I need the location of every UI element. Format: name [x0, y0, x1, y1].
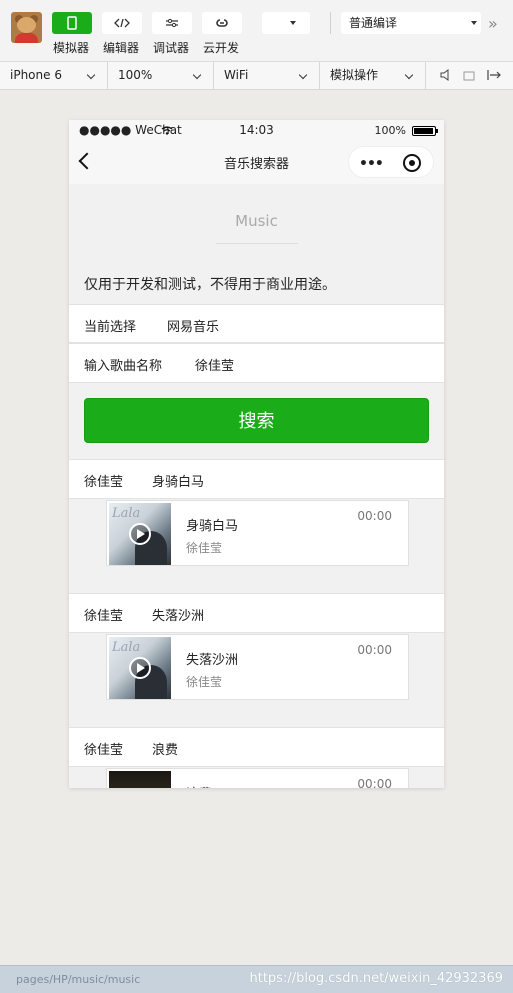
song-card[interactable]: Lala 身骑白马 徐佳莹 00:00 [106, 500, 409, 566]
song-input-row: 输入歌曲名称 徐佳莹 [69, 343, 444, 383]
page-path[interactable]: pages/HP/music/music [16, 973, 140, 986]
cloud-link-icon [216, 19, 228, 27]
cloud-dev-label: 云开发 [203, 41, 240, 55]
battery-icon [412, 126, 438, 136]
debugger-button[interactable] [152, 12, 192, 34]
network-value: WiFi [224, 68, 249, 82]
debugger-label: 调试器 [153, 41, 190, 55]
result-title: 浪费 [152, 743, 179, 758]
header-underline [216, 243, 298, 244]
watermark-text: https://blog.csdn.net/weixin_42932369 [249, 971, 503, 986]
song-artist: 徐佳莹 [186, 541, 223, 555]
chevron-down-icon [192, 70, 202, 80]
result-header-row: 徐佳莹 浪费 [69, 727, 444, 767]
battery-percent: 100% [374, 124, 406, 137]
source-picker-row[interactable]: 当前选择 网易音乐 [69, 304, 444, 343]
phone-simulator: ●●●●● WeChat 14:03 100% 音乐搜索器 ••• Music … [69, 120, 444, 788]
operation-value: 模拟操作 [330, 68, 379, 82]
cloud-dev-button[interactable] [202, 12, 242, 34]
mode-select[interactable] [262, 12, 310, 34]
menu-capsule: ••• [348, 146, 434, 178]
song-duration: 00:00 [357, 509, 392, 523]
source-label: 当前选择 [84, 320, 137, 335]
chevron-down-icon [86, 70, 96, 80]
result-artist: 徐佳莹 [84, 475, 124, 490]
detach-icon[interactable] [487, 69, 503, 81]
song-title: 失落沙洲 [186, 653, 239, 668]
editor-button[interactable] [102, 12, 142, 34]
song-duration: 00:00 [357, 643, 392, 657]
caret-down-icon [471, 21, 477, 25]
chevron-down-icon [404, 70, 414, 80]
simulator-button[interactable] [52, 12, 92, 34]
code-icon [114, 18, 130, 28]
song-input[interactable]: 徐佳莹 [195, 355, 234, 374]
usage-notice: 仅用于开发和测试，不得用于商业用途。 [84, 277, 336, 293]
operation-select[interactable]: 模拟操作 [320, 62, 426, 89]
device-bar: iPhone 6 100% WiFi 模拟操作 [0, 62, 513, 90]
album-cover: Lala [109, 503, 171, 565]
toolbar-divider [330, 12, 331, 34]
page-header: Music [235, 212, 278, 230]
nav-bar: 音乐搜索器 ••• [69, 140, 444, 184]
compile-mode-select[interactable]: 普通编译 [341, 12, 481, 34]
ide-status-bar: pages/HP/music/music https://blog.csdn.n… [0, 965, 513, 993]
status-bar: ●●●●● WeChat 14:03 100% [69, 120, 444, 140]
speaker-icon[interactable] [440, 69, 450, 81]
song-duration: 00:00 [357, 777, 392, 788]
song-artist: 徐佳莹 [186, 675, 223, 689]
song-card[interactable]: Lala 失落沙洲 徐佳莹 00:00 [106, 634, 409, 700]
album-cover: Lala [109, 637, 171, 699]
song-title: 身骑白马 [186, 519, 239, 534]
device-value: iPhone 6 [10, 68, 62, 82]
play-icon[interactable] [129, 523, 151, 545]
zoom-value: 100% [118, 68, 153, 82]
search-button[interactable]: 搜索 [84, 398, 429, 443]
window-icon[interactable] [463, 71, 475, 81]
play-icon[interactable] [129, 657, 151, 679]
zoom-select[interactable]: 100% [108, 62, 214, 89]
result-header-row: 徐佳莹 失落沙洲 [69, 593, 444, 633]
result-title: 身骑白马 [152, 475, 205, 490]
song-title: 浪费 [186, 783, 212, 788]
more-dots-icon[interactable]: ••• [359, 156, 384, 172]
source-value[interactable]: 网易音乐 [167, 316, 219, 335]
sliders-icon [166, 18, 178, 28]
result-header-row: 徐佳莹 身骑白马 [69, 459, 444, 499]
network-select[interactable]: WiFi [214, 62, 320, 89]
close-target-icon[interactable] [403, 154, 421, 172]
caret-down-icon [290, 21, 296, 25]
simulator-label: 模拟器 [53, 41, 90, 55]
song-input-label: 输入歌曲名称 [84, 359, 163, 374]
user-avatar[interactable] [11, 12, 42, 43]
editor-label: 编辑器 [103, 41, 140, 55]
ide-toolbar: 模拟器 编辑器 调试器 云开发 普通编译 » [0, 0, 513, 62]
result-artist: 徐佳莹 [84, 609, 124, 624]
chevron-down-icon [298, 70, 308, 80]
album-cover [109, 771, 171, 788]
more-chevrons-icon[interactable]: » [488, 14, 498, 33]
result-artist: 徐佳莹 [84, 743, 124, 758]
device-select[interactable]: iPhone 6 [0, 62, 108, 89]
phone-icon [67, 16, 77, 30]
song-card[interactable]: 浪费 徐佳莹 00:00 [106, 768, 409, 788]
compile-mode-value: 普通编译 [349, 16, 398, 30]
result-title: 失落沙洲 [152, 609, 205, 624]
